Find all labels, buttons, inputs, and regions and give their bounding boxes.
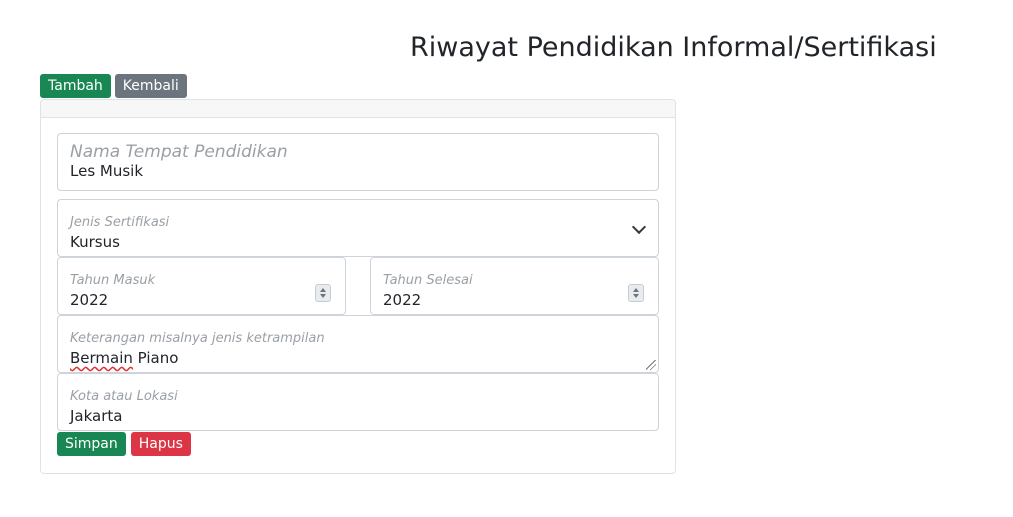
delete-button[interactable]: Hapus [130, 432, 191, 456]
location-field[interactable]: Kota atau Lokasi Jakarta [57, 373, 659, 431]
description-word-misspelled: Bermain [70, 349, 133, 367]
description-value: Bermain Piano [70, 349, 178, 367]
certification-type-select[interactable]: Jenis Sertifikasi Kursus [57, 199, 659, 257]
top-actions: Tambah Kembali [40, 74, 187, 98]
end-year-value: 2022 [383, 291, 422, 309]
stepper-down-icon [633, 294, 639, 298]
certification-type-label: Jenis Sertifikasi [70, 215, 170, 230]
back-button[interactable]: Kembali [114, 74, 187, 98]
start-year-value: 2022 [70, 291, 109, 309]
end-year-stepper[interactable] [628, 284, 644, 302]
description-label: Keterangan misalnya jenis ketrampilan [70, 331, 325, 346]
add-button[interactable]: Tambah [40, 74, 111, 98]
institution-name-value: Les Musik [70, 162, 144, 180]
education-form-card: Nama Tempat Pendidikan Les Musik Jenis S… [40, 99, 676, 474]
end-year-field[interactable]: Tahun Selesai 2022 [370, 257, 659, 315]
start-year-stepper[interactable] [315, 284, 331, 302]
certification-type-value: Kursus [70, 233, 120, 251]
stepper-up-icon [633, 288, 639, 292]
institution-name-label: Nama Tempat Pendidikan [70, 142, 288, 162]
location-label: Kota atau Lokasi [70, 389, 178, 404]
save-button[interactable]: Simpan [57, 432, 126, 456]
stepper-up-icon [320, 288, 326, 292]
chevron-down-icon [631, 219, 647, 235]
description-textarea[interactable]: Keterangan misalnya jenis ketrampilan Be… [57, 315, 659, 373]
start-year-label: Tahun Masuk [70, 273, 156, 288]
end-year-label: Tahun Selesai [383, 273, 473, 288]
location-value: Jakarta [70, 407, 123, 425]
start-year-field[interactable]: Tahun Masuk 2022 [57, 257, 346, 315]
institution-name-field[interactable]: Nama Tempat Pendidikan Les Musik [57, 133, 659, 191]
form-actions: Simpan Hapus [57, 432, 191, 456]
stepper-down-icon [320, 294, 326, 298]
description-word: Piano [132, 349, 179, 367]
page-title: Riwayat Pendidikan Informal/Sertifikasi [410, 32, 937, 63]
card-header [41, 100, 675, 118]
resize-handle-icon[interactable] [646, 360, 656, 370]
